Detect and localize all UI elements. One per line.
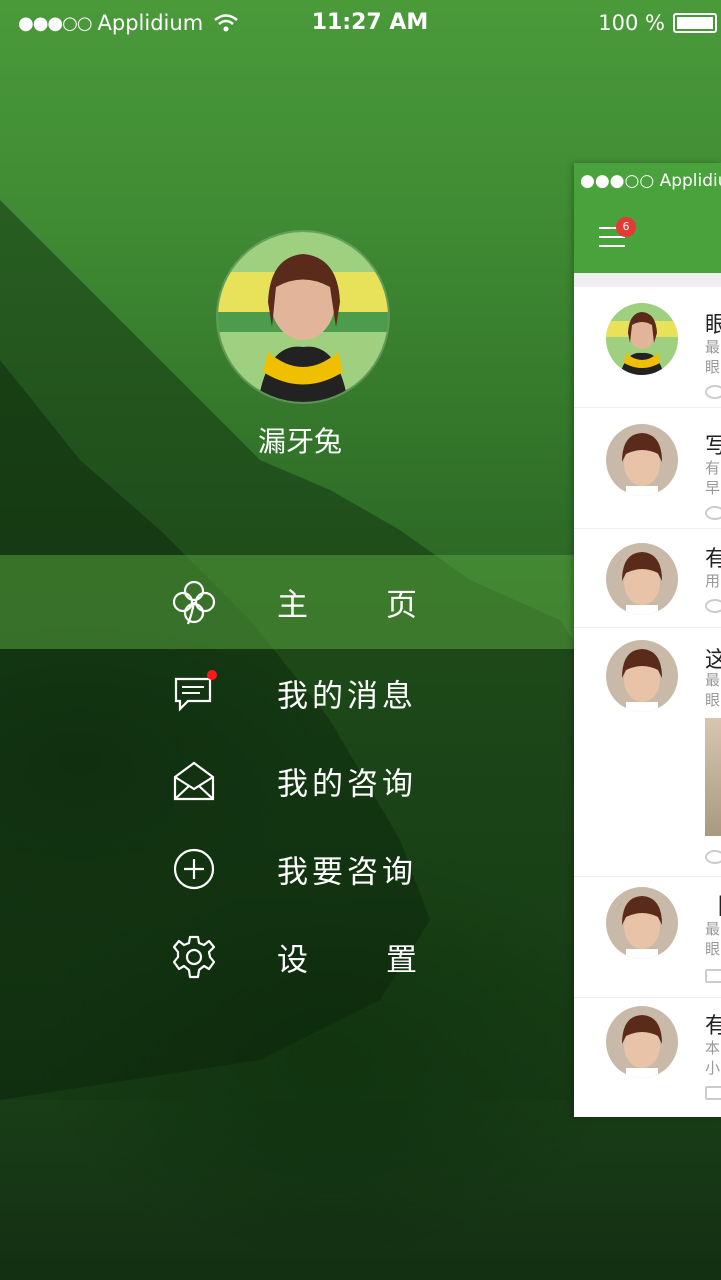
panel-separator <box>574 273 721 287</box>
message-icon <box>174 670 217 712</box>
menu-item-settings[interactable]: 设 置 <box>0 913 574 1001</box>
panel-status-bar: ●●●○○ Applidium <box>574 163 721 199</box>
menu-label-ask: 我要咨询 <box>277 854 417 891</box>
battery-info: 100 % <box>598 11 717 35</box>
plus-circle-icon <box>173 848 215 890</box>
menu-label-settings: 设 置 <box>277 935 417 980</box>
battery-icon <box>673 13 717 33</box>
envelope-icon <box>173 761 215 801</box>
avatar <box>606 1006 678 1078</box>
item-subtitle-2: 小 <box>705 1059 721 1077</box>
avatar <box>606 543 678 615</box>
item-subtitle-2: 眼 <box>705 940 721 958</box>
avatar-image <box>218 232 388 402</box>
comment-icon <box>705 1086 721 1100</box>
battery-percent: 100 % <box>598 11 665 35</box>
menu-item-home[interactable]: 主 页 <box>0 555 574 649</box>
item-subtitle-2: 眼 <box>705 691 721 709</box>
item-title: 有 <box>705 1014 721 1039</box>
item-subtitle: 本 <box>705 1039 721 1057</box>
item-subtitle: 用 <box>705 572 721 590</box>
gear-icon <box>172 935 216 979</box>
eye-icon <box>705 385 721 399</box>
item-subtitle: 最 <box>705 671 721 689</box>
item-title: 【 <box>705 889 721 921</box>
menu-label-home: 主 页 <box>277 580 417 625</box>
avatar <box>606 424 678 496</box>
menu-label-home-char2: 页 <box>386 587 417 624</box>
menu-label-messages: 我的消息 <box>277 678 417 715</box>
item-subtitle: 有 <box>705 459 721 477</box>
profile-avatar[interactable] <box>218 232 388 402</box>
list-item[interactable]: 写 有 早 <box>574 408 721 529</box>
menu-label-settings-char2: 置 <box>386 942 417 979</box>
item-title: 眼 <box>705 313 721 338</box>
menu-label-consultations: 我的咨询 <box>277 766 417 803</box>
menu-item-messages[interactable]: 我的消息 <box>0 649 574 737</box>
list-item[interactable]: 有 用 <box>574 529 721 628</box>
menu-item-ask[interactable]: 我要咨询 <box>0 825 574 913</box>
clover-icon <box>172 580 216 625</box>
list-item[interactable]: 【 最 眼 <box>574 877 721 998</box>
item-subtitle: 最 <box>705 920 721 938</box>
item-subtitle-2: 眼 <box>705 358 721 376</box>
comment-icon <box>705 969 721 983</box>
eye-icon <box>705 599 721 613</box>
item-subtitle: 最 <box>705 338 721 356</box>
menu-label-home-char1: 主 <box>277 587 308 624</box>
avatar <box>606 640 678 712</box>
menu-label-settings-char1: 设 <box>277 942 308 979</box>
side-menu: 主 页 我的消息 我的咨询 我要咨询 设 置 <box>0 555 574 1001</box>
list-item[interactable]: 眼 最 眼 <box>574 287 721 408</box>
panel-header: 6 <box>574 199 721 273</box>
eye-icon <box>705 850 721 864</box>
list-item[interactable]: 有 本 小 <box>574 998 721 1108</box>
avatar <box>606 303 678 375</box>
item-thumbnail <box>705 718 721 836</box>
item-title: 写 <box>705 434 721 459</box>
main-content-panel[interactable]: ●●●○○ Applidium 6 眼 最 眼 写 有 早 有 用 这 <box>574 163 721 1117</box>
username[interactable]: 漏牙兔 <box>200 420 400 460</box>
item-title: 有 <box>705 547 721 572</box>
item-subtitle-2: 早 <box>705 479 721 497</box>
avatar <box>606 887 678 959</box>
list-item[interactable]: 这 最 眼 <box>574 628 721 877</box>
menu-item-consultations[interactable]: 我的咨询 <box>0 737 574 825</box>
status-bar: ●●●○○ Applidium 11:27 AM 100 % <box>0 0 721 48</box>
notification-badge: 6 <box>616 217 636 237</box>
eye-icon <box>705 506 721 520</box>
